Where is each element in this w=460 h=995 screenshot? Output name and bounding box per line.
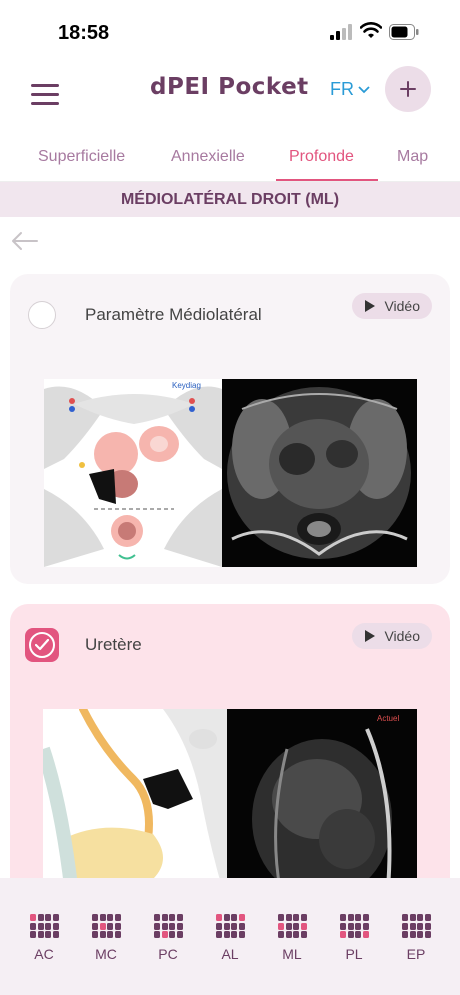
- nav-item-mc[interactable]: MC: [84, 914, 128, 962]
- nav-label: AC: [34, 946, 54, 962]
- status-time: 18:58: [58, 22, 110, 44]
- back-arrow-icon[interactable]: [10, 230, 40, 252]
- nav-label: EP: [406, 946, 426, 962]
- mri-image: [222, 379, 417, 567]
- video-button-label: Vidéo: [384, 298, 420, 314]
- card-title: Uretère: [85, 635, 142, 654]
- item-card-parametre-mediolateral[interactable]: Paramètre Médiolatéral Vidéo Keydiag: [10, 274, 450, 584]
- card-title: Paramètre Médiolatéral: [85, 305, 262, 324]
- nav-item-ml[interactable]: ML: [270, 914, 314, 962]
- language-selector[interactable]: FR: [330, 79, 370, 100]
- video-button[interactable]: Vidéo: [352, 293, 432, 319]
- plus-icon: [400, 81, 416, 97]
- nav-item-ac[interactable]: AC: [22, 914, 66, 962]
- grid-icon: [92, 914, 121, 940]
- keydiag-logo: Keydiag: [172, 381, 201, 390]
- grid-icon: [216, 914, 245, 940]
- tab-superficielle[interactable]: Superficielle: [38, 148, 125, 166]
- section-title: MÉDIOLATÉRAL DROIT (ML): [0, 182, 460, 217]
- anatomy-diagram: [43, 709, 227, 904]
- grid-icon: [402, 914, 431, 940]
- select-checkbox[interactable]: [25, 628, 59, 662]
- nav-label: ML: [282, 946, 302, 962]
- nav-item-pc[interactable]: PC: [146, 914, 190, 962]
- nav-label: AL: [221, 946, 239, 962]
- active-tab-indicator: [276, 179, 378, 181]
- tab-profonde[interactable]: Profonde: [289, 148, 354, 166]
- video-button[interactable]: Vidéo: [352, 623, 432, 649]
- tab-map[interactable]: Map: [397, 148, 428, 166]
- grid-icon: [30, 914, 59, 940]
- video-button-label: Vidéo: [384, 628, 420, 644]
- menu-icon[interactable]: [28, 82, 62, 106]
- add-button[interactable]: [385, 66, 431, 112]
- play-icon: [365, 300, 376, 312]
- category-tabs: Superficielle Annexielle Profonde Map: [0, 140, 460, 182]
- nav-label: PL: [345, 946, 363, 962]
- anatomy-diagram: Keydiag: [44, 379, 222, 567]
- nav-label: PC: [158, 946, 178, 962]
- nav-item-pl[interactable]: PL: [332, 914, 376, 962]
- check-icon: [35, 639, 49, 651]
- grid-icon: [154, 914, 183, 940]
- tab-annexielle[interactable]: Annexielle: [171, 148, 245, 166]
- app-title: dPEI Pocket: [150, 74, 309, 100]
- wifi-icon: [360, 22, 382, 38]
- signal-icon: [330, 24, 352, 40]
- item-card-uretere[interactable]: Uretère Vidéo Actuel: [10, 604, 450, 904]
- grid-icon: [340, 914, 369, 940]
- grid-icon: [278, 914, 307, 940]
- bottom-nav: AC MC PC AL ML PL EP: [0, 878, 460, 995]
- battery-icon: [389, 24, 419, 40]
- chevron-down-icon: [358, 85, 370, 93]
- app-header: dPEI Pocket FR: [0, 62, 460, 122]
- play-icon: [365, 630, 376, 642]
- nav-item-ep[interactable]: EP: [394, 914, 438, 962]
- mri-caption: Actuel: [377, 714, 399, 723]
- mri-image: Actuel: [227, 709, 417, 904]
- nav-item-al[interactable]: AL: [208, 914, 252, 962]
- language-label: FR: [330, 79, 354, 99]
- nav-label: MC: [95, 946, 117, 962]
- status-bar: 18:58: [0, 0, 460, 62]
- select-radio[interactable]: [28, 301, 56, 329]
